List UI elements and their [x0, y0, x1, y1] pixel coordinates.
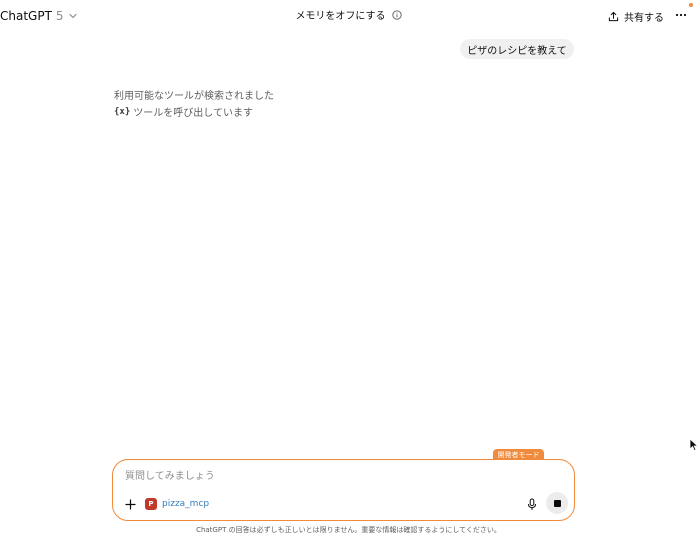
add-attachment-button[interactable]	[122, 496, 138, 512]
message-composer: P pizza_mcp	[112, 459, 575, 521]
status-calling-tool: {x} ツールを呼び出しています	[114, 104, 253, 120]
status-calling-tool-text: ツールを呼び出しています	[133, 108, 253, 119]
notification-dot	[689, 3, 693, 7]
share-icon	[608, 11, 619, 21]
more-horizontal-icon	[675, 13, 687, 17]
plus-icon	[124, 498, 136, 510]
top-bar: ChatGPT 5 メモリをオフにする 共有する	[0, 0, 697, 32]
tool-chip-label: pizza_mcp	[162, 499, 210, 509]
mic-icon	[528, 498, 536, 510]
more-options-button[interactable]	[672, 6, 690, 24]
user-message-bubble: ピザのレシピを教えて	[460, 39, 574, 59]
mouse-cursor-icon	[689, 438, 697, 452]
info-icon[interactable]	[391, 9, 402, 20]
dictate-button[interactable]	[524, 496, 540, 512]
pizza-mcp-icon: P	[145, 498, 157, 510]
message-input[interactable]	[125, 468, 525, 484]
tool-call-icon: {x}	[114, 106, 131, 117]
tool-chip-pizza-mcp[interactable]: P pizza_mcp	[145, 497, 209, 511]
user-message-text: ピザのレシピを教えて	[467, 45, 567, 57]
memory-toggle-button[interactable]: メモリをオフにする	[295, 7, 385, 22]
share-button[interactable]: 共有する	[608, 6, 664, 26]
share-label: 共有する	[624, 12, 664, 24]
status-tools-found: 利用可能なツールが検索されました	[114, 91, 274, 102]
stop-generating-button[interactable]	[546, 492, 568, 514]
stop-icon	[553, 499, 561, 507]
disclaimer: ChatGPT の回答は必ずしも正しいとは限りません。重要な情報は確認するように…	[196, 526, 501, 534]
memory-toggle: メモリをオフにする	[0, 7, 697, 22]
